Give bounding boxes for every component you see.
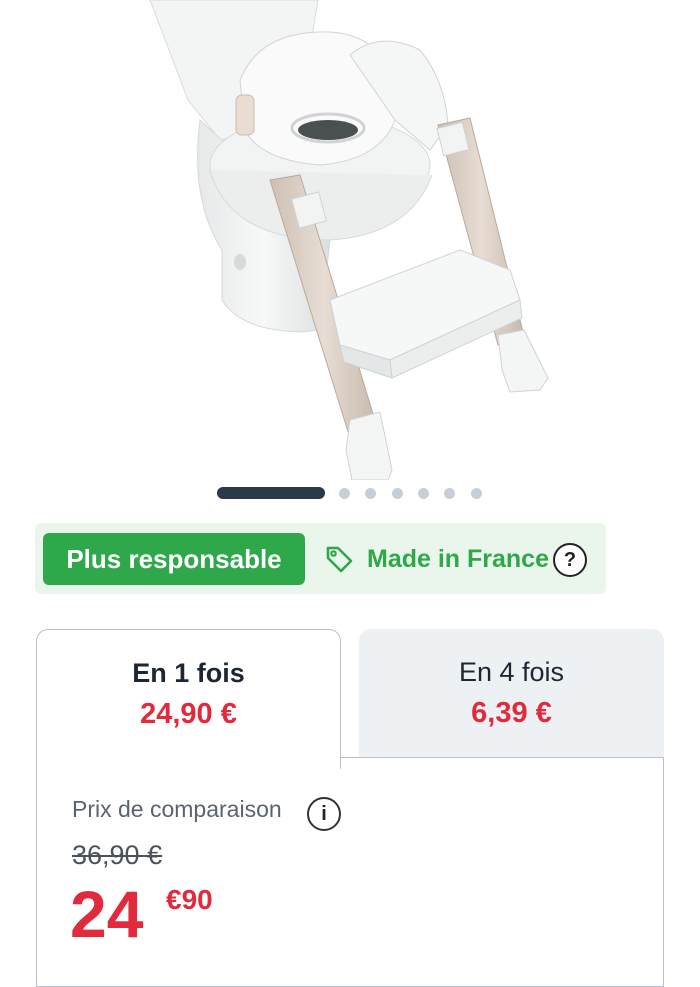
carousel-dot-active[interactable] (217, 487, 325, 499)
carousel-dot[interactable] (444, 488, 455, 499)
carousel-dot[interactable] (339, 488, 350, 499)
tab-pay-four-times[interactable]: En 4 fois 6,39 € (359, 629, 664, 758)
tag-icon (326, 546, 353, 573)
tab-pay-once[interactable]: En 1 fois 24,90 € (36, 629, 341, 769)
tab-price: 6,39 € (471, 697, 552, 729)
carousel-dot[interactable] (365, 488, 376, 499)
comparison-price-label: Prix de comparaison (72, 796, 282, 822)
tab-label: En 4 fois (458, 657, 565, 687)
current-price-integer: 24 (70, 877, 144, 951)
made-in-france-label: Made in France (367, 545, 549, 573)
tab-label: En 1 fois (132, 658, 245, 688)
price-panel (36, 757, 664, 987)
current-price-decimal: €90 (166, 884, 213, 915)
old-price: 36,90 € (72, 840, 163, 870)
carousel-dots (0, 486, 700, 502)
help-icon[interactable]: ? (553, 543, 587, 577)
carousel-dot[interactable] (392, 488, 403, 499)
carousel-dot[interactable] (418, 488, 429, 499)
info-icon[interactable]: i (307, 797, 341, 831)
badge-strip: Plus responsable Made in France ? (35, 523, 606, 594)
carousel-dot[interactable] (471, 488, 482, 499)
tab-price: 24,90 € (140, 698, 237, 730)
product-image[interactable] (0, 0, 700, 480)
responsable-badge[interactable]: Plus responsable (43, 533, 305, 585)
